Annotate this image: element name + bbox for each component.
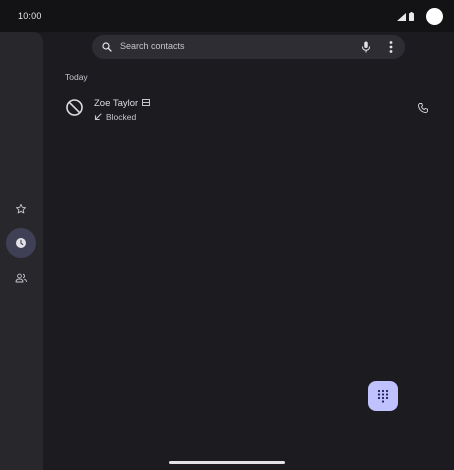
nav-favorites[interactable] [6, 194, 36, 224]
status-time: 10:00 [18, 11, 42, 21]
clock-icon [16, 238, 26, 248]
search-input[interactable]: Search contacts [120, 41, 185, 51]
nav-contacts[interactable] [6, 263, 36, 293]
blocked-icon [66, 99, 83, 116]
call-status: Blocked [94, 112, 136, 122]
search-icon [102, 42, 112, 52]
mic-icon[interactable] [360, 40, 372, 54]
signal-icon [397, 12, 406, 21]
call-back-button[interactable] [415, 100, 431, 116]
star-icon [16, 203, 26, 214]
gesture-nav-handle[interactable] [169, 461, 285, 464]
navigation-rail [0, 32, 43, 470]
section-header-today: Today [65, 72, 88, 82]
more-options-icon[interactable] [388, 40, 394, 54]
dialpad-button[interactable] [368, 381, 398, 411]
contact-name: Zoe Taylor [94, 98, 139, 109]
call-log-row[interactable]: Zoe Taylor Blocked [43, 92, 454, 132]
incoming-call-arrow-icon [94, 113, 102, 121]
sim-card-icon [142, 99, 150, 106]
dialpad-icon [377, 389, 389, 403]
phone-icon [418, 103, 428, 113]
camera-cutout [426, 8, 443, 25]
search-bar[interactable]: Search contacts [92, 35, 405, 59]
battery-icon [409, 12, 414, 21]
call-status-text: Blocked [106, 112, 137, 122]
people-icon [15, 273, 27, 283]
nav-recents[interactable] [6, 228, 36, 258]
status-icons [397, 12, 414, 21]
status-bar: 10:00 [0, 0, 454, 32]
